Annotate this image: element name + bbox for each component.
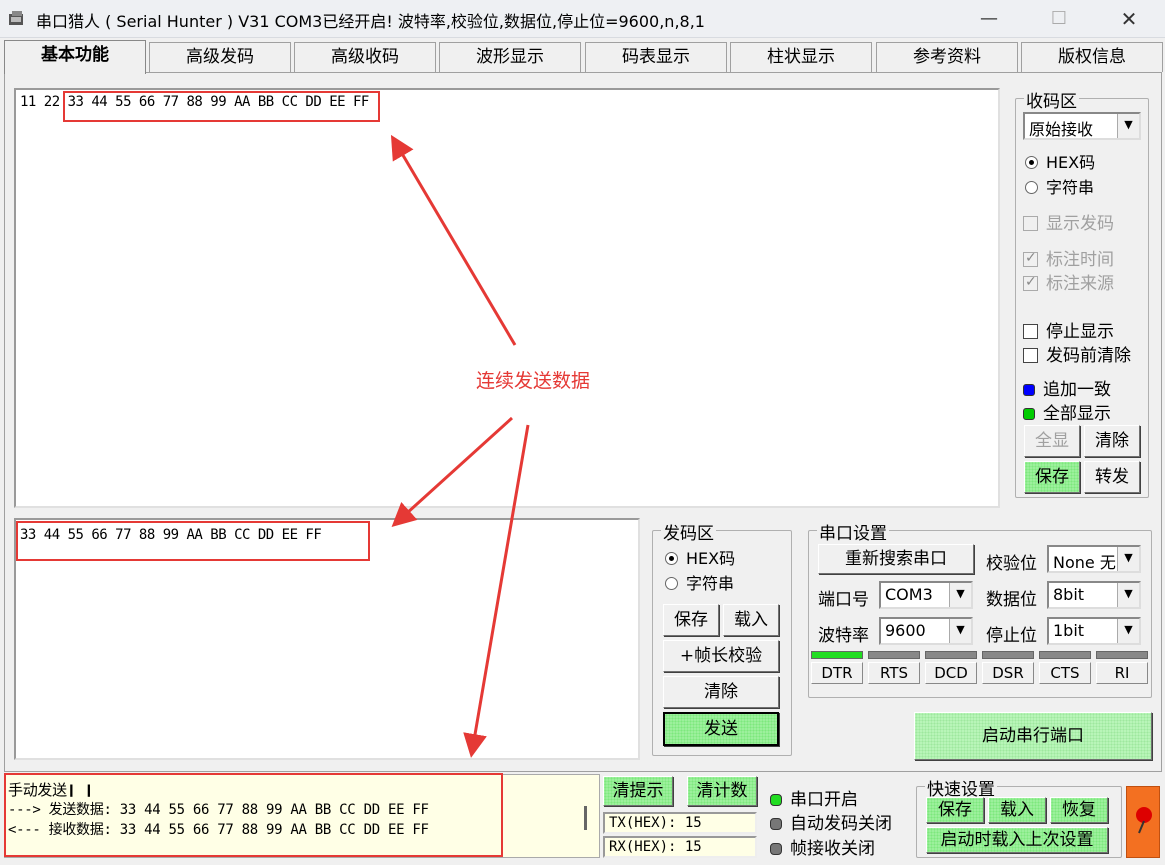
auto-send-status: 自动发码关闭	[770, 809, 892, 834]
tab-advanced-receive[interactable]: 高级收码	[294, 42, 436, 72]
minimize-button[interactable]: —	[960, 0, 1018, 38]
frame-recv-status: 帧接收关闭	[770, 834, 875, 859]
window-title: 串口猎人 ( Serial Hunter ) V31 COM3已经开启! 波特率…	[36, 12, 705, 31]
baud-select[interactable]: 9600 ▼	[879, 617, 973, 645]
status-scroll-handle[interactable]	[584, 806, 587, 830]
tab-waveform[interactable]: 波形显示	[439, 42, 581, 72]
chevron-down-icon: ▼	[1117, 583, 1139, 607]
pin-button[interactable]	[1126, 786, 1160, 858]
signal-rts[interactable]: RTS	[868, 651, 920, 685]
show-all-button[interactable]: 全显	[1024, 425, 1080, 457]
receive-mode-select[interactable]: 原始接收 ▼	[1023, 112, 1141, 140]
send-load-button[interactable]: 载入	[723, 604, 779, 636]
mark-source-checkbox[interactable]: 标注来源	[1023, 269, 1114, 294]
close-button[interactable]: ✕	[1100, 0, 1158, 38]
receive-settings-title: 收码区	[1024, 87, 1079, 112]
signal-dtr[interactable]: DTR	[811, 651, 863, 685]
tab-code-table[interactable]: 码表显示	[585, 42, 727, 72]
title-bar: 串口猎人 ( Serial Hunter ) V31 COM3已经开启! 波特率…	[0, 0, 1165, 38]
show-all-option[interactable]: 全部显示	[1023, 399, 1111, 424]
append-same-option[interactable]: 追加一致	[1023, 375, 1111, 400]
green-led-icon	[1023, 408, 1035, 420]
tab-bar-chart[interactable]: 柱状显示	[730, 42, 872, 72]
receive-string-radio[interactable]: 字符串	[1025, 174, 1094, 198]
stop-display-checkbox[interactable]: 停止显示	[1023, 317, 1114, 342]
send-clear-button[interactable]: 清除	[663, 676, 779, 708]
send-hex-radio[interactable]: HEX码	[665, 545, 735, 569]
signal-ri: RI	[1096, 651, 1148, 685]
stopbits-select[interactable]: 1bit ▼	[1047, 617, 1141, 645]
clear-count-button[interactable]: 清计数	[687, 776, 757, 806]
annotation-status-highlight	[4, 773, 503, 857]
start-serial-port-button[interactable]: 启动串行端口	[914, 712, 1152, 760]
signal-dsr: DSR	[982, 651, 1034, 685]
gray-status-icon	[770, 818, 782, 830]
rescan-ports-button[interactable]: 重新搜索串口	[818, 544, 974, 574]
mark-time-checkbox[interactable]: 标注时间	[1023, 245, 1114, 270]
load-last-settings-button[interactable]: 启动时载入上次设置	[926, 827, 1108, 853]
pushpin-icon	[1136, 807, 1152, 834]
tx-counter: TX(HEX): 15	[603, 812, 757, 834]
clear-tips-button[interactable]: 清提示	[603, 776, 673, 806]
receive-clear-button[interactable]: 清除	[1084, 425, 1140, 457]
send-settings-title: 发码区	[661, 519, 716, 544]
send-button[interactable]: 发送	[663, 712, 779, 746]
chevron-down-icon: ▼	[1117, 547, 1139, 571]
quick-load-button[interactable]: 载入	[988, 797, 1046, 823]
tab-advanced-send[interactable]: 高级发码	[149, 42, 291, 72]
quick-restore-button[interactable]: 恢复	[1050, 797, 1108, 823]
port-open-status: 串口开启	[770, 785, 858, 810]
quick-save-button[interactable]: 保存	[926, 797, 984, 823]
gray-status-icon	[770, 843, 782, 855]
databits-label: 数据位	[986, 590, 1037, 610]
signal-cts: CTS	[1039, 651, 1091, 685]
signal-dcd: DCD	[925, 651, 977, 685]
clear-before-send-checkbox[interactable]: 发码前清除	[1023, 341, 1131, 366]
databits-select[interactable]: 8bit ▼	[1047, 581, 1141, 609]
show-send-checkbox[interactable]: 显示发码	[1023, 209, 1114, 234]
chevron-down-icon: ▼	[1117, 114, 1139, 138]
receive-hex-radio[interactable]: HEX码	[1025, 149, 1095, 173]
baud-label: 波特率	[818, 626, 869, 646]
receive-save-button[interactable]: 保存	[1024, 461, 1080, 493]
send-string-radio[interactable]: 字符串	[665, 570, 734, 594]
receive-textarea[interactable]: 11 22 33 44 55 66 77 88 99 AA BB CC DD E…	[14, 88, 1000, 508]
forward-button[interactable]: 转发	[1084, 461, 1140, 493]
send-save-button[interactable]: 保存	[663, 604, 719, 636]
serial-settings-title: 串口设置	[817, 519, 889, 544]
app-icon	[9, 11, 23, 25]
parity-select[interactable]: None 无 ▼	[1047, 545, 1141, 573]
annotation-send-highlight	[16, 521, 370, 561]
tab-basic[interactable]: 基本功能	[4, 40, 146, 74]
blue-led-icon	[1023, 384, 1035, 396]
frame-check-button[interactable]: +帧长校验	[663, 640, 779, 672]
chevron-down-icon: ▼	[1117, 619, 1139, 643]
green-status-icon	[770, 794, 782, 806]
annotation-label: 连续发送数据	[476, 370, 591, 392]
annotation-receive-highlight	[63, 91, 380, 122]
tab-reference[interactable]: 参考资料	[876, 42, 1018, 72]
rx-counter: RX(HEX): 15	[603, 836, 757, 858]
chevron-down-icon: ▼	[949, 619, 971, 643]
tab-bar: 基本功能 高级发码 高级收码 波形显示 码表显示 柱状显示 参考资料 版权信息	[0, 40, 1165, 74]
stopbits-label: 停止位	[986, 626, 1037, 646]
parity-label: 校验位	[986, 554, 1037, 574]
chevron-down-icon: ▼	[949, 583, 971, 607]
port-label: 端口号	[818, 590, 869, 610]
tab-copyright[interactable]: 版权信息	[1021, 42, 1163, 72]
maximize-button[interactable]: ☐	[1030, 0, 1088, 38]
port-select[interactable]: COM3 ▼	[879, 581, 973, 609]
